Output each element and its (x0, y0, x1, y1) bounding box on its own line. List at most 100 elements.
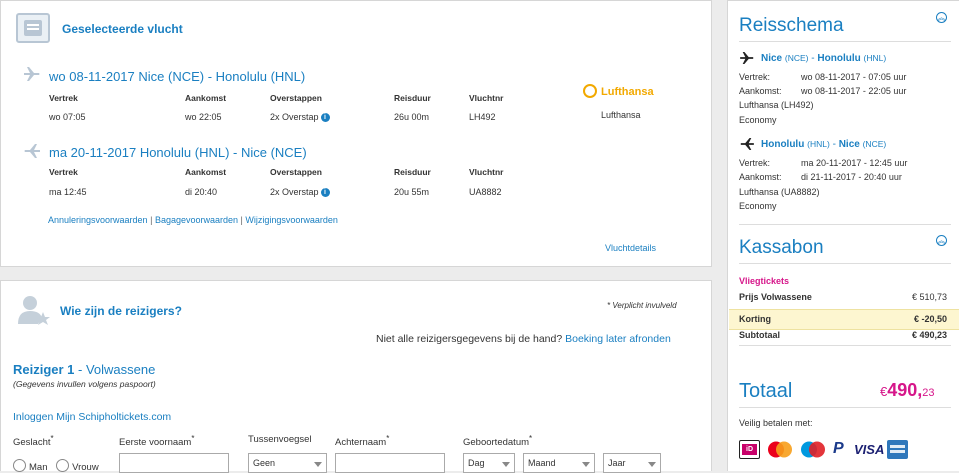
crane-icon (583, 84, 597, 98)
infix-label: Tussenvoegsel (248, 434, 312, 445)
flight-details-link[interactable]: Vluchtdetails (605, 243, 656, 253)
lufthansa-logo: Lufthansa (583, 84, 654, 98)
outbound-duration: 26u 00m (394, 112, 430, 122)
itinerary-outbound-route: Nice (NCE) - Honolulu (HNL) (761, 53, 886, 64)
col-vluchtnr: Vluchtnr (469, 167, 504, 177)
last-name-label: Achternaam* (335, 434, 389, 448)
to-city: Nice (838, 139, 860, 150)
subtotal-label: Subtotaal (739, 330, 781, 340)
col-overstappen: Overstappen (270, 93, 322, 103)
ideal-icon: iD (739, 440, 760, 459)
required-mark: * (529, 434, 533, 443)
traveler-type: - Volwassene (74, 362, 156, 377)
itinerary-inbound-dep-label: Vertrek: (739, 158, 771, 168)
from-city: Nice (761, 53, 783, 64)
airline-name: Lufthansa (601, 110, 641, 120)
outbound-arrival: wo 22:05 (185, 112, 222, 122)
gender-woman-label: Vrouw (72, 462, 99, 473)
travelers-title: Wie zijn de reizigers? (60, 304, 182, 318)
birth-year-select[interactable]: Jaar (603, 453, 661, 473)
collapse-receipt-icon[interactable]: ︽ (936, 235, 947, 246)
inbound-arrival: di 20:40 (185, 187, 218, 197)
paypal-icon: P (833, 440, 851, 459)
birthdate-label-text: Geboortedatum (463, 437, 530, 449)
outbound-departure: wo 07:05 (49, 112, 86, 122)
to-code: (HNL) (863, 53, 887, 63)
plane-outbound-icon (24, 67, 40, 84)
first-name-label-text: Eerste voornaam (119, 437, 192, 449)
itinerary-title: Reisschema (739, 15, 844, 36)
route-dash: - (832, 139, 836, 150)
travelers-panel: Wie zijn de reizigers? * Verplicht invul… (0, 280, 712, 473)
itinerary-outbound-arr-label: Aankomst: (739, 86, 782, 96)
login-link[interactable]: Inloggen Mijn Schipholtickets.com (13, 411, 171, 423)
required-mark: * (386, 434, 390, 443)
baggage-terms-link[interactable]: Bagagevoorwaarden (155, 215, 238, 225)
gender-woman-radio[interactable] (56, 459, 70, 472)
itinerary-inbound-class: Economy (739, 201, 777, 211)
birthdate-label: Geboortedatum* (463, 434, 532, 448)
gender-man-radio[interactable] (13, 459, 26, 472)
passport-note: (Gegevens invullen volgens paspoort) (13, 379, 156, 389)
collapse-itinerary-icon[interactable]: ︽ (936, 12, 947, 23)
birth-day-select[interactable]: Dag (463, 453, 515, 473)
divider (739, 41, 951, 42)
from-city: Honolulu (761, 139, 805, 150)
infix-value: Geen (253, 458, 276, 468)
receipt-section: Vliegtickets (739, 276, 790, 286)
itinerary-inbound-dep-value: ma 20-11-2017 - 12:45 uur (801, 158, 908, 168)
last-name-label-text: Achternaam (335, 437, 387, 449)
itinerary-outbound-plane-icon (739, 52, 755, 67)
receipt-row-discount: Korting € -20,50 (729, 309, 959, 330)
change-terms-link[interactable]: Wijzigingsvoorwaarden (245, 215, 338, 225)
conditions-links: Annuleringsvoorwaarden | Bagagevoorwaard… (48, 215, 338, 225)
infix-select[interactable]: Geen (248, 453, 327, 473)
gender-man-label: Man (29, 462, 48, 473)
link-separator: | (240, 215, 243, 225)
receipt-row-price: Prijs Volwassene € 510,73 (739, 292, 951, 306)
col-vertrek: Vertrek (49, 167, 78, 177)
itinerary-outbound-class: Economy (739, 115, 777, 125)
required-mark: * (50, 434, 54, 443)
col-aankomst: Aankomst (185, 93, 227, 103)
divider (739, 345, 951, 346)
birth-month-select[interactable]: Maand (523, 453, 595, 473)
receipt-title: Kassabon (739, 237, 824, 258)
inbound-stops-label: 2x Overstap (270, 187, 319, 197)
itinerary-outbound-airline: Lufthansa (LH492) (739, 100, 814, 110)
info-icon[interactable]: i (320, 113, 330, 122)
total-cents: 23 (922, 387, 935, 399)
last-name-input[interactable] (335, 453, 445, 473)
ideal-label: iD (742, 444, 757, 455)
col-overstappen: Overstappen (270, 167, 322, 177)
itinerary-inbound-plane-icon (739, 138, 755, 153)
flight-ticket-icon (16, 13, 50, 43)
col-aankomst: Aankomst (185, 167, 227, 177)
inbound-stops[interactable]: 2x Overstap i (270, 187, 330, 197)
col-vertrek: Vertrek (49, 93, 78, 103)
birth-year-value: Jaar (608, 458, 626, 468)
divider (739, 407, 951, 408)
col-vluchtnr: Vluchtnr (469, 93, 504, 103)
discount-label: Korting (739, 314, 771, 324)
safe-pay-label: Veilig betalen met: (739, 418, 813, 428)
required-note: * Verplicht invulveld (607, 301, 677, 310)
price-label: Prijs Volwassene (739, 292, 812, 302)
gender-label-text: Geslacht (13, 437, 51, 449)
amex-icon (887, 440, 908, 459)
itinerary-inbound-route: Honolulu (HNL) - Nice (NCE) (761, 139, 886, 150)
from-code: (HNL) (807, 139, 830, 149)
maestro-icon (798, 440, 828, 459)
first-name-input[interactable] (119, 453, 229, 473)
inbound-route: ma 20-11-2017 Honolulu (HNL) - Nice (NCE… (49, 145, 307, 160)
cancellation-terms-link[interactable]: Annuleringsvoorwaarden (48, 215, 148, 225)
later-question: Niet alle reizigersgegevens bij de hand?… (376, 333, 671, 345)
lufthansa-logo-text: Lufthansa (601, 86, 654, 98)
outbound-stops[interactable]: 2x Overstap i (270, 112, 330, 122)
complete-later-link[interactable]: Boeking later afronden (565, 333, 671, 345)
itinerary-inbound-airline: Lufthansa (UA8882) (739, 187, 820, 197)
inbound-flight-no: UA8882 (469, 187, 502, 197)
later-question-text: Niet alle reizigersgegevens bij de hand? (376, 333, 563, 345)
info-icon[interactable]: i (320, 188, 330, 197)
to-city: Honolulu (817, 53, 861, 64)
